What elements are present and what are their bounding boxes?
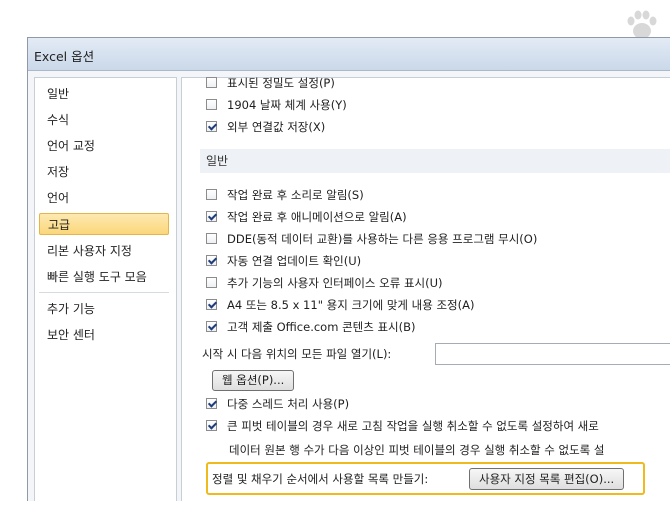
sidebar-item-advanced[interactable]: 고급 (39, 213, 169, 235)
sidebar-item-trust-center[interactable]: 보안 센터 (39, 324, 169, 346)
option-label: 자동 연결 업데이트 확인(U) (227, 254, 362, 268)
checkbox-1904-date[interactable] (206, 99, 217, 110)
option-label: 고객 제출 Office.com 콘텐츠 표시(B) (227, 320, 416, 334)
excel-options-dialog: Excel 옵션 일반 수식 언어 교정 저장 언어 고급 리본 사용자 지정 … (27, 37, 670, 501)
web-options-button[interactable]: 웹 옵션(P)... (212, 370, 295, 391)
option-label: 큰 피벗 테이블의 경우 새로 고침 작업을 실행 취소할 수 없도록 설정하여… (227, 419, 599, 433)
checkbox-save-external-links[interactable] (206, 121, 217, 132)
option-label: 작업 완료 후 소리로 알림(S) (227, 188, 364, 202)
checkbox-animation-feedback[interactable] (206, 211, 217, 222)
startup-folder-label: 시작 시 다음 위치의 모든 파일 열기(L): (202, 347, 392, 361)
sidebar-divider (39, 292, 169, 293)
checkbox-ignore-dde[interactable] (206, 233, 217, 244)
option-label: 추가 기능의 사용자 인터페이스 오류 표시(U) (227, 276, 443, 290)
checkbox-multithreading[interactable] (206, 398, 217, 409)
advanced-options-pane: 표시된 정밀도 설정(P) 1904 날짜 체계 사용(Y) 외부 연결값 저장… (181, 76, 670, 501)
title-bar: Excel 옵션 (28, 38, 670, 71)
section-header-general: 일반 (200, 149, 670, 173)
option-label: DDE(동적 데이터 교환)를 사용하는 다른 응용 프로그램 무시(O) (227, 232, 538, 246)
pivot-rows-threshold-label: 데이터 원본 행 수가 다음 이상인 피벗 테이블의 경우 실행 취소할 수 없… (229, 443, 605, 457)
option-label: 표시된 정밀도 설정(P) (227, 76, 335, 90)
checkbox-update-links[interactable] (206, 255, 217, 266)
sidebar-item-general[interactable]: 일반 (39, 83, 169, 105)
options-sidebar: 일반 수식 언어 교정 저장 언어 고급 리본 사용자 지정 빠른 실행 도구 … (34, 77, 177, 501)
checkbox-scale-paper-size[interactable] (206, 299, 217, 310)
dialog-client: 일반 수식 언어 교정 저장 언어 고급 리본 사용자 지정 빠른 실행 도구 … (28, 71, 670, 501)
sidebar-item-quick-access-toolbar[interactable]: 빠른 실행 도구 모음 (39, 266, 169, 288)
checkbox-addin-ui-errors[interactable] (206, 277, 217, 288)
option-label: 외부 연결값 저장(X) (227, 120, 326, 134)
checkbox-pivot-undo[interactable] (206, 420, 217, 431)
edit-custom-lists-button[interactable]: 사용자 지정 목록 편집(O)... (469, 468, 625, 490)
option-label: 작업 완료 후 애니메이션으로 알림(A) (227, 210, 407, 224)
sidebar-item-formulas[interactable]: 수식 (39, 109, 169, 131)
option-label: 1904 날짜 체계 사용(Y) (227, 98, 347, 112)
sidebar-item-language[interactable]: 언어 (39, 187, 169, 209)
window-title: Excel 옵션 (34, 49, 95, 64)
sidebar-item-save[interactable]: 저장 (39, 161, 169, 183)
custom-list-highlight: 정렬 및 채우기 순서에서 사용할 목록 만들기: 사용자 지정 목록 편집(O… (206, 462, 645, 495)
checkbox-set-precision[interactable] (206, 77, 217, 88)
sidebar-item-add-ins[interactable]: 추가 기능 (39, 298, 169, 320)
option-label: A4 또는 8.5 x 11" 용지 크기에 맞게 내용 조정(A) (227, 298, 475, 312)
sidebar-item-customize-ribbon[interactable]: 리본 사용자 지정 (39, 240, 169, 262)
startup-folder-input[interactable] (435, 343, 670, 365)
checkbox-sound-feedback[interactable] (206, 189, 217, 200)
custom-list-label: 정렬 및 채우기 순서에서 사용할 목록 만들기: (212, 472, 429, 486)
option-label: 다중 스레드 처리 사용(P) (227, 397, 350, 411)
sidebar-item-proofing[interactable]: 언어 교정 (39, 135, 169, 157)
checkbox-office-com-content[interactable] (206, 321, 217, 332)
